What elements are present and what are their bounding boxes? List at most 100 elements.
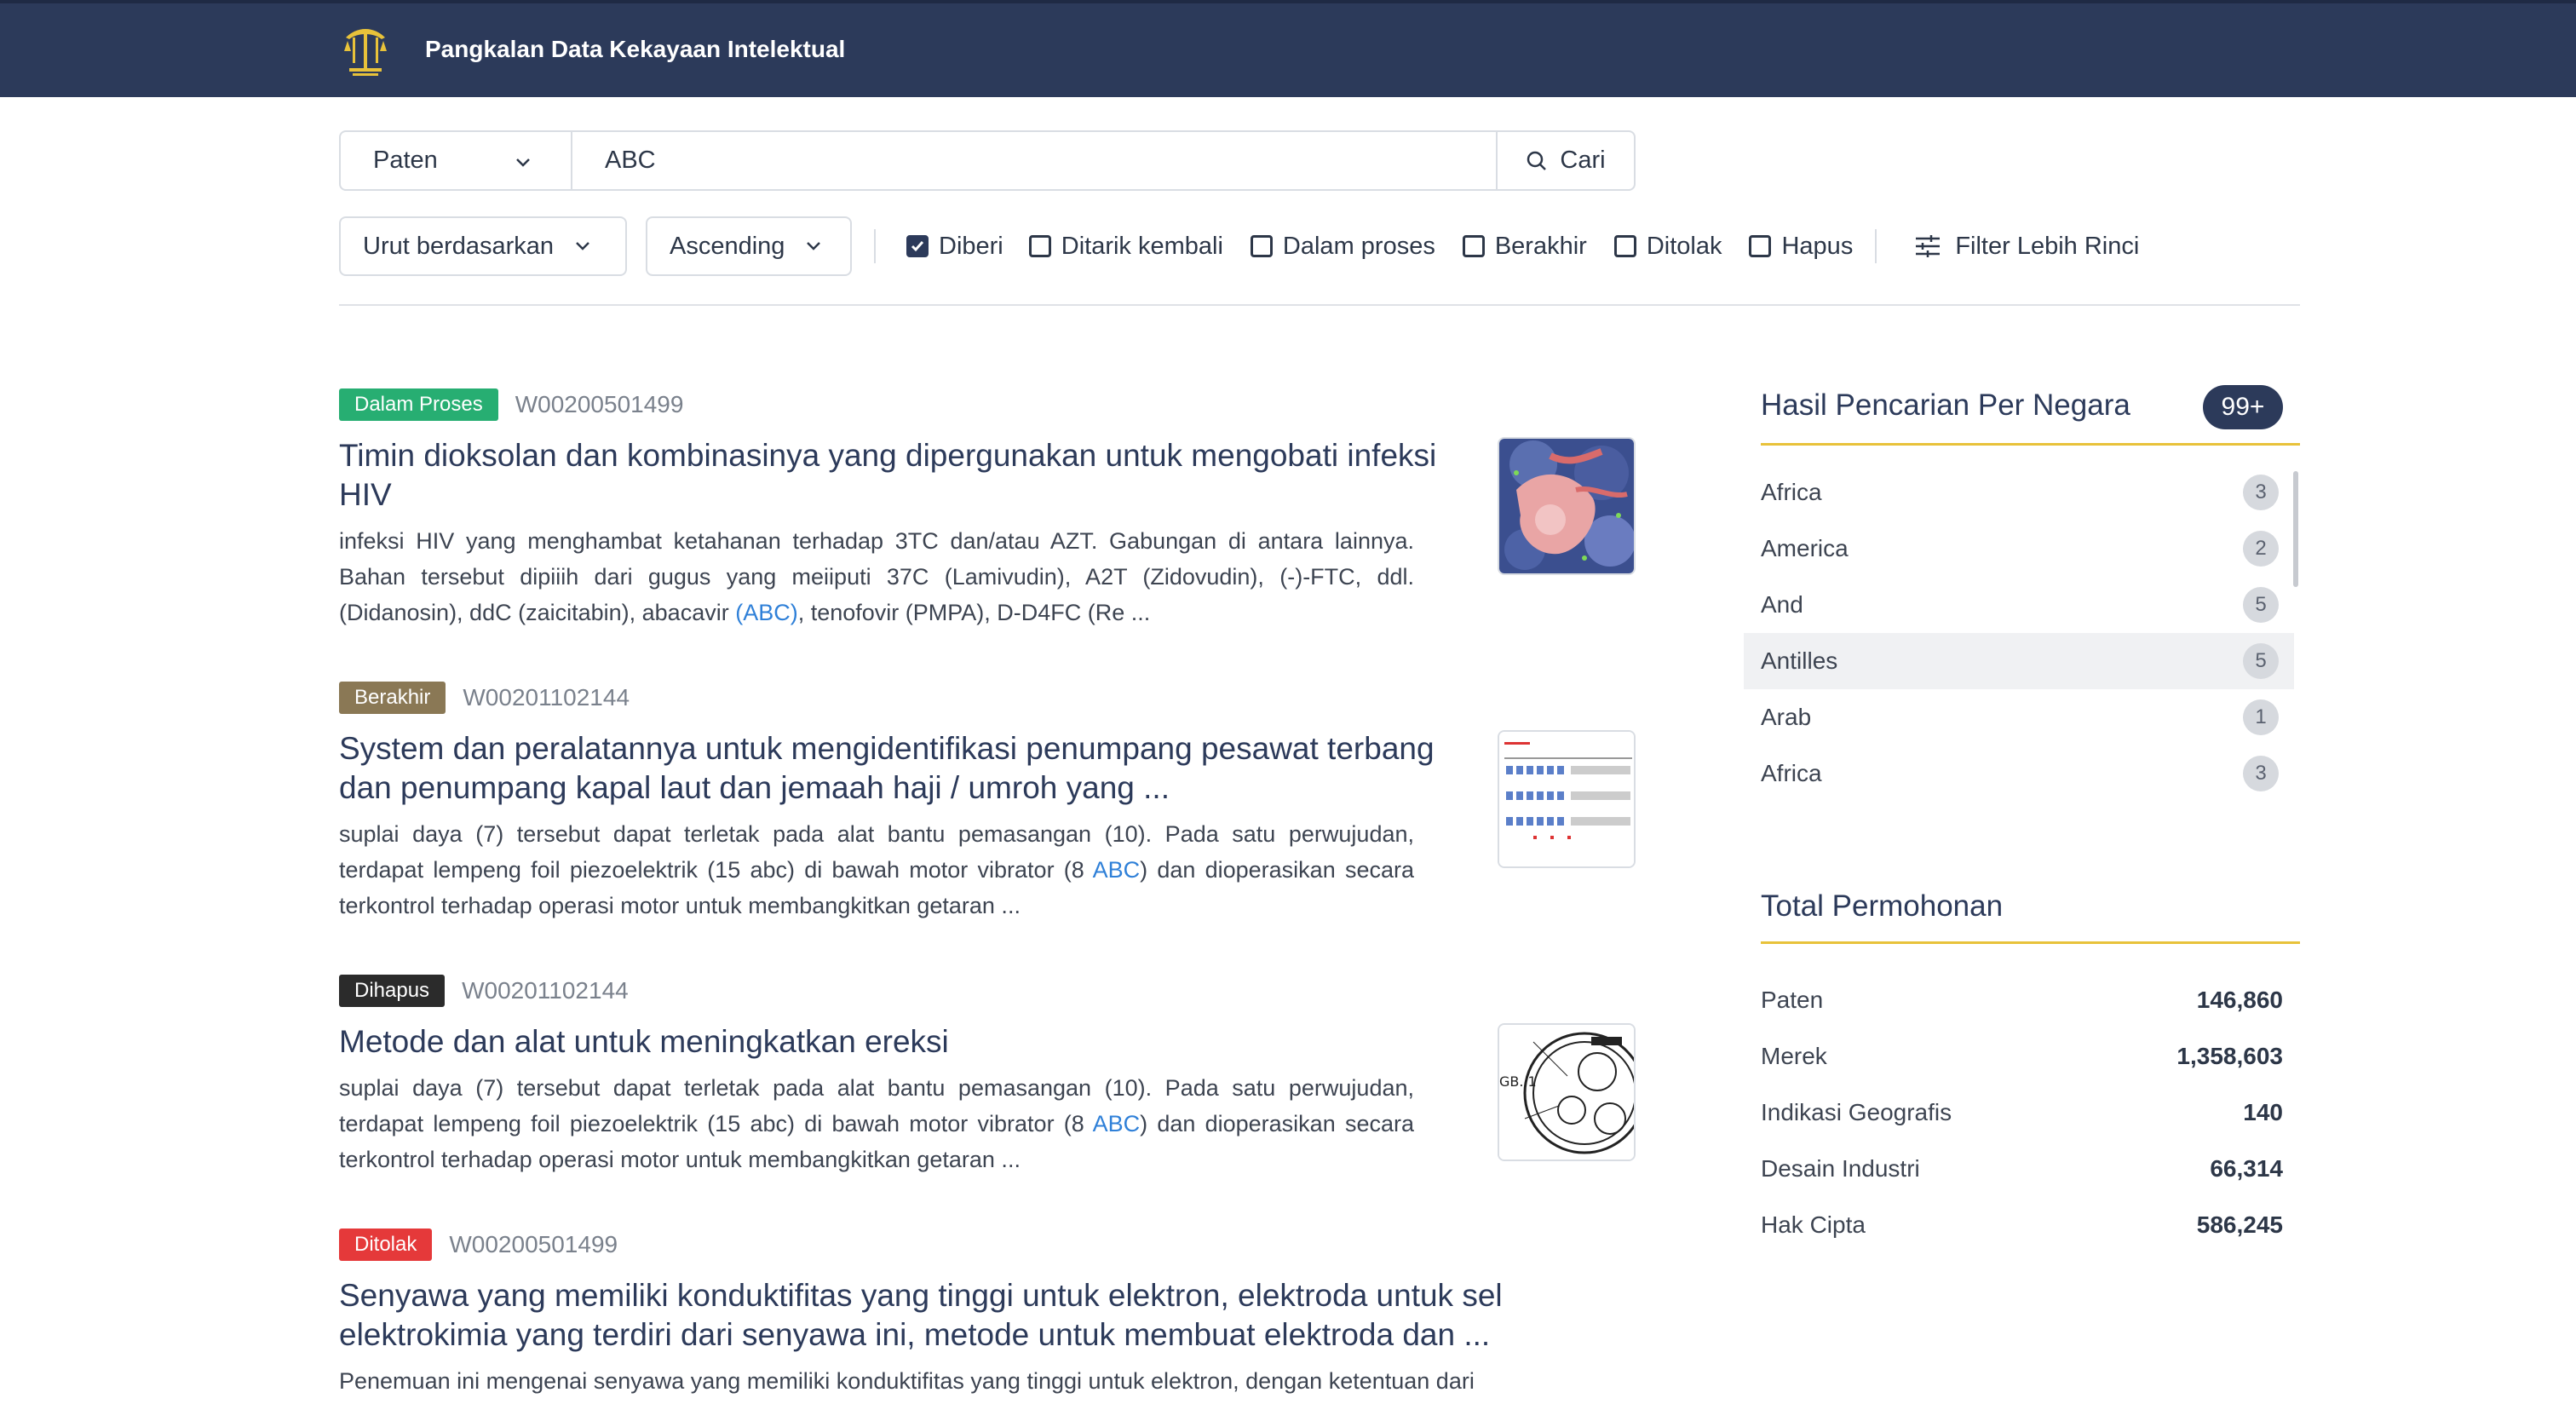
checkbox-dalam-proses[interactable]: Dalam proses xyxy=(1250,232,1435,261)
country-item[interactable]: Arab 1 xyxy=(1744,689,2294,745)
country-results-title: Hasil Pencarian Per Negara xyxy=(1761,388,2130,422)
sliders-icon xyxy=(1916,235,1941,257)
country-count: 5 xyxy=(2243,587,2279,623)
total-row: Merek 1,358,603 xyxy=(1761,1028,2283,1085)
status-badge: Berakhir xyxy=(339,682,446,714)
result-item: Dalam Proses W00200501499 Timin dioksolan… xyxy=(339,388,1636,630)
country-count-badge: 99+ xyxy=(2203,385,2283,429)
total-row: Hak Cipta 586,245 xyxy=(1761,1197,2283,1253)
result-snippet: infeksi HIV yang menghambat ketahanan te… xyxy=(339,523,1414,630)
total-label: Merek xyxy=(1761,1043,1827,1069)
checkbox-empty-icon[interactable] xyxy=(1462,235,1485,257)
result-thumbnail[interactable] xyxy=(1498,437,1636,575)
top-navbar: Pangkalan Data Kekayaan Intelektual xyxy=(0,0,2576,97)
more-filters-button[interactable]: Filter Lebih Rinci xyxy=(1914,233,2139,261)
checkbox-label: Ditarik kembali xyxy=(1061,232,1223,260)
chevron-down-icon xyxy=(576,242,589,250)
search-button[interactable]: Cari xyxy=(1496,132,1634,189)
country-item[interactable]: And 5 xyxy=(1744,577,2294,633)
result-id: W00201102144 xyxy=(463,684,630,711)
order-label: Ascending xyxy=(670,232,785,260)
country-item[interactable]: Africa 3 xyxy=(1744,745,2294,802)
country-count: 3 xyxy=(2243,756,2279,791)
title-underline xyxy=(1761,941,2300,944)
country-item[interactable]: Africa 3 xyxy=(1744,464,2294,521)
checkbox-checked-icon[interactable] xyxy=(906,235,929,257)
country-count: 2 xyxy=(2243,531,2279,567)
country-count: 5 xyxy=(2243,643,2279,679)
country-name: America xyxy=(1761,535,1849,561)
result-snippet: Penemuan ini mengenai senyawa yang memil… xyxy=(339,1363,1636,1399)
chevron-down-icon xyxy=(807,242,821,250)
result-title[interactable]: Senyawa yang memiliki konduktifitas yang… xyxy=(339,1276,1636,1355)
total-value: 66,314 xyxy=(2210,1155,2283,1182)
checkbox-ditarik-kembali[interactable]: Ditarik kembali xyxy=(1028,232,1223,261)
snippet-highlight: ABC xyxy=(1092,857,1141,883)
checkbox-label: Berakhir xyxy=(1494,232,1587,260)
search-bar: Paten Cari xyxy=(339,130,1636,191)
snippet-highlight: ABC xyxy=(1092,1111,1141,1136)
section-divider xyxy=(339,304,2300,306)
type-select-value: Paten xyxy=(373,147,438,174)
country-list: Africa 3 America 2 And 5 Antilles 5 Arab 1 Af… xyxy=(1744,464,2294,802)
total-label: Paten xyxy=(1761,987,1824,1013)
country-name: Antilles xyxy=(1761,647,1838,674)
total-value: 1,358,603 xyxy=(2176,1043,2283,1069)
total-label: Hak Cipta xyxy=(1761,1211,1866,1238)
checkbox-label: Dalam proses xyxy=(1282,232,1435,260)
total-row: Paten 146,860 xyxy=(1761,972,2283,1028)
checkbox-label: Hapus xyxy=(1781,232,1854,260)
search-icon xyxy=(1527,151,1547,170)
more-filters-label: Filter Lebih Rinci xyxy=(1955,232,2140,260)
snippet-text: Penemuan ini mengenai senyawa yang memil… xyxy=(339,1368,1475,1394)
result-title[interactable]: Timin dioksolan dan kombinasinya yang di… xyxy=(339,436,1446,515)
checkbox-berakhir[interactable]: Berakhir xyxy=(1462,232,1587,261)
sort-dropdown[interactable]: Urut berdasarkan xyxy=(339,216,627,276)
result-item: Ditolak W00200501499 Senyawa yang memilik… xyxy=(339,1228,1636,1399)
diagram-image xyxy=(1499,732,1634,866)
status-badge: Ditolak xyxy=(339,1228,433,1261)
checkbox-empty-icon[interactable] xyxy=(1749,235,1772,257)
country-count: 1 xyxy=(2243,699,2279,735)
total-row: Desain Industri 66,314 xyxy=(1761,1141,2283,1197)
checkbox-label: Diberi xyxy=(939,232,1003,260)
result-title[interactable]: Metode dan alat untuk meningkatkan ereks… xyxy=(339,1022,1446,1062)
title-underline xyxy=(1761,443,2300,446)
country-name: And xyxy=(1761,591,1803,618)
result-thumbnail[interactable] xyxy=(1498,730,1636,868)
country-item[interactable]: America 2 xyxy=(1744,521,2294,577)
type-select[interactable]: Paten xyxy=(341,132,572,189)
country-name: Africa xyxy=(1761,479,1822,505)
divider xyxy=(1875,229,1877,263)
chevron-down-icon xyxy=(516,158,530,167)
checkbox-empty-icon[interactable] xyxy=(1028,235,1051,257)
status-badge: Dihapus xyxy=(339,975,446,1007)
result-title[interactable]: System dan peralatannya untuk mengidenti… xyxy=(339,729,1446,808)
checkbox-empty-icon[interactable] xyxy=(1613,235,1636,257)
checkbox-diberi[interactable]: Diberi xyxy=(906,233,1003,261)
snippet-text: , tenofovir (PMPA), D-D4FC (Re ... xyxy=(797,600,1151,625)
scrollbar[interactable] xyxy=(2293,471,2298,587)
figure-label: GB. 1 xyxy=(1499,1073,1537,1090)
snippet-highlight: (ABC) xyxy=(735,600,798,625)
result-id: W00200501499 xyxy=(449,1231,618,1257)
total-row: Indikasi Geografis 140 xyxy=(1761,1085,2283,1141)
drawing-image: GB. 1 xyxy=(1499,1025,1634,1159)
country-name: Africa xyxy=(1761,760,1822,786)
divider xyxy=(874,229,876,263)
checkbox-ditolak[interactable]: Ditolak xyxy=(1613,233,1722,261)
total-label: Indikasi Geografis xyxy=(1761,1099,1952,1125)
total-value: 140 xyxy=(2243,1099,2283,1125)
result-item: Dihapus W00201102144 Metode dan alat untu… xyxy=(339,975,1636,1177)
checkbox-empty-icon[interactable] xyxy=(1250,235,1273,257)
logo-icon[interactable] xyxy=(341,26,390,78)
result-thumbnail[interactable]: GB. 1 xyxy=(1498,1023,1636,1161)
result-snippet: suplai daya (7) tersebut dapat terletak … xyxy=(339,1070,1414,1177)
result-id: W00201102144 xyxy=(462,977,629,1004)
search-input[interactable] xyxy=(572,132,1496,189)
total-label: Desain Industri xyxy=(1761,1155,1920,1182)
country-item[interactable]: Antilles 5 xyxy=(1744,633,2294,689)
checkbox-hapus[interactable]: Hapus xyxy=(1749,233,1853,261)
status-badge: Dalam Proses xyxy=(339,388,498,421)
order-dropdown[interactable]: Ascending xyxy=(646,216,852,276)
